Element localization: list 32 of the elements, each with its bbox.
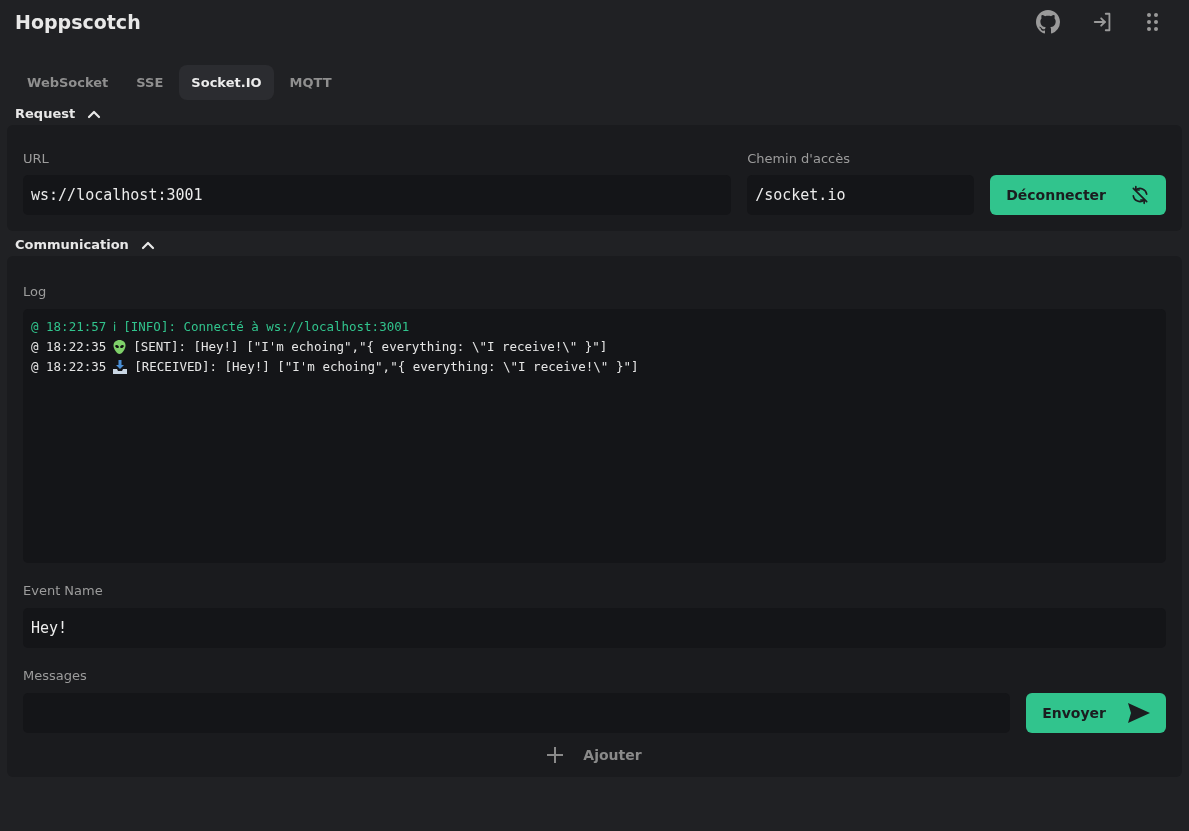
path-field[interactable]: /socket.io: [747, 175, 975, 215]
protocol-tab[interactable]: SSE: [124, 65, 176, 100]
sync-off-icon: [1130, 185, 1150, 205]
field-label: Chemin d'accès: [747, 150, 851, 168]
section-heading: Communication: [15, 237, 129, 252]
field-label: Messages: [23, 667, 88, 685]
info-marker: ℹ: [113, 318, 117, 336]
section-heading: Request: [15, 106, 76, 121]
inbox-tray-icon: [113, 360, 128, 374]
add-button[interactable]: Ajouter: [537, 733, 652, 767]
log-message: [INFO]: Connecté à ws://localhost:3001: [123, 318, 410, 336]
event-name-field[interactable]: Hey!: [23, 608, 1166, 648]
url-field[interactable]: ws://localhost:3001: [23, 175, 732, 215]
github-icon[interactable]: [1036, 10, 1060, 34]
log-time: @ 18:22:35: [31, 338, 107, 356]
field-label: URL: [23, 150, 50, 168]
apps-grid-icon[interactable]: [1146, 12, 1160, 32]
field-label: Log: [23, 283, 48, 301]
protocol-tab[interactable]: WebSocket: [15, 65, 121, 100]
protocol-tab[interactable]: Socket.IO: [179, 65, 274, 100]
alien-icon: [113, 340, 127, 354]
disconnect-button[interactable]: Déconnecter: [990, 175, 1166, 215]
send-icon: [1128, 703, 1150, 723]
plus-icon: [547, 747, 564, 763]
log-message: [SENT]: [Hey!] ["I'm echoing","{ everything: \"I receive!\" }"]: [133, 338, 608, 356]
protocol-tab[interactable]: MQTT: [277, 65, 344, 100]
send-button[interactable]: Envoyer: [1026, 693, 1166, 733]
log-message: [RECEIVED]: [Hey!] ["I'm echoing","{ everything: \"I receive!\" }"]: [134, 358, 639, 376]
log-time: @ 18:21:57: [31, 318, 107, 336]
app-title: Hoppscotch: [15, 11, 141, 33]
log-time: @ 18:22:35: [31, 358, 107, 376]
field-label: Event Name: [23, 582, 104, 600]
